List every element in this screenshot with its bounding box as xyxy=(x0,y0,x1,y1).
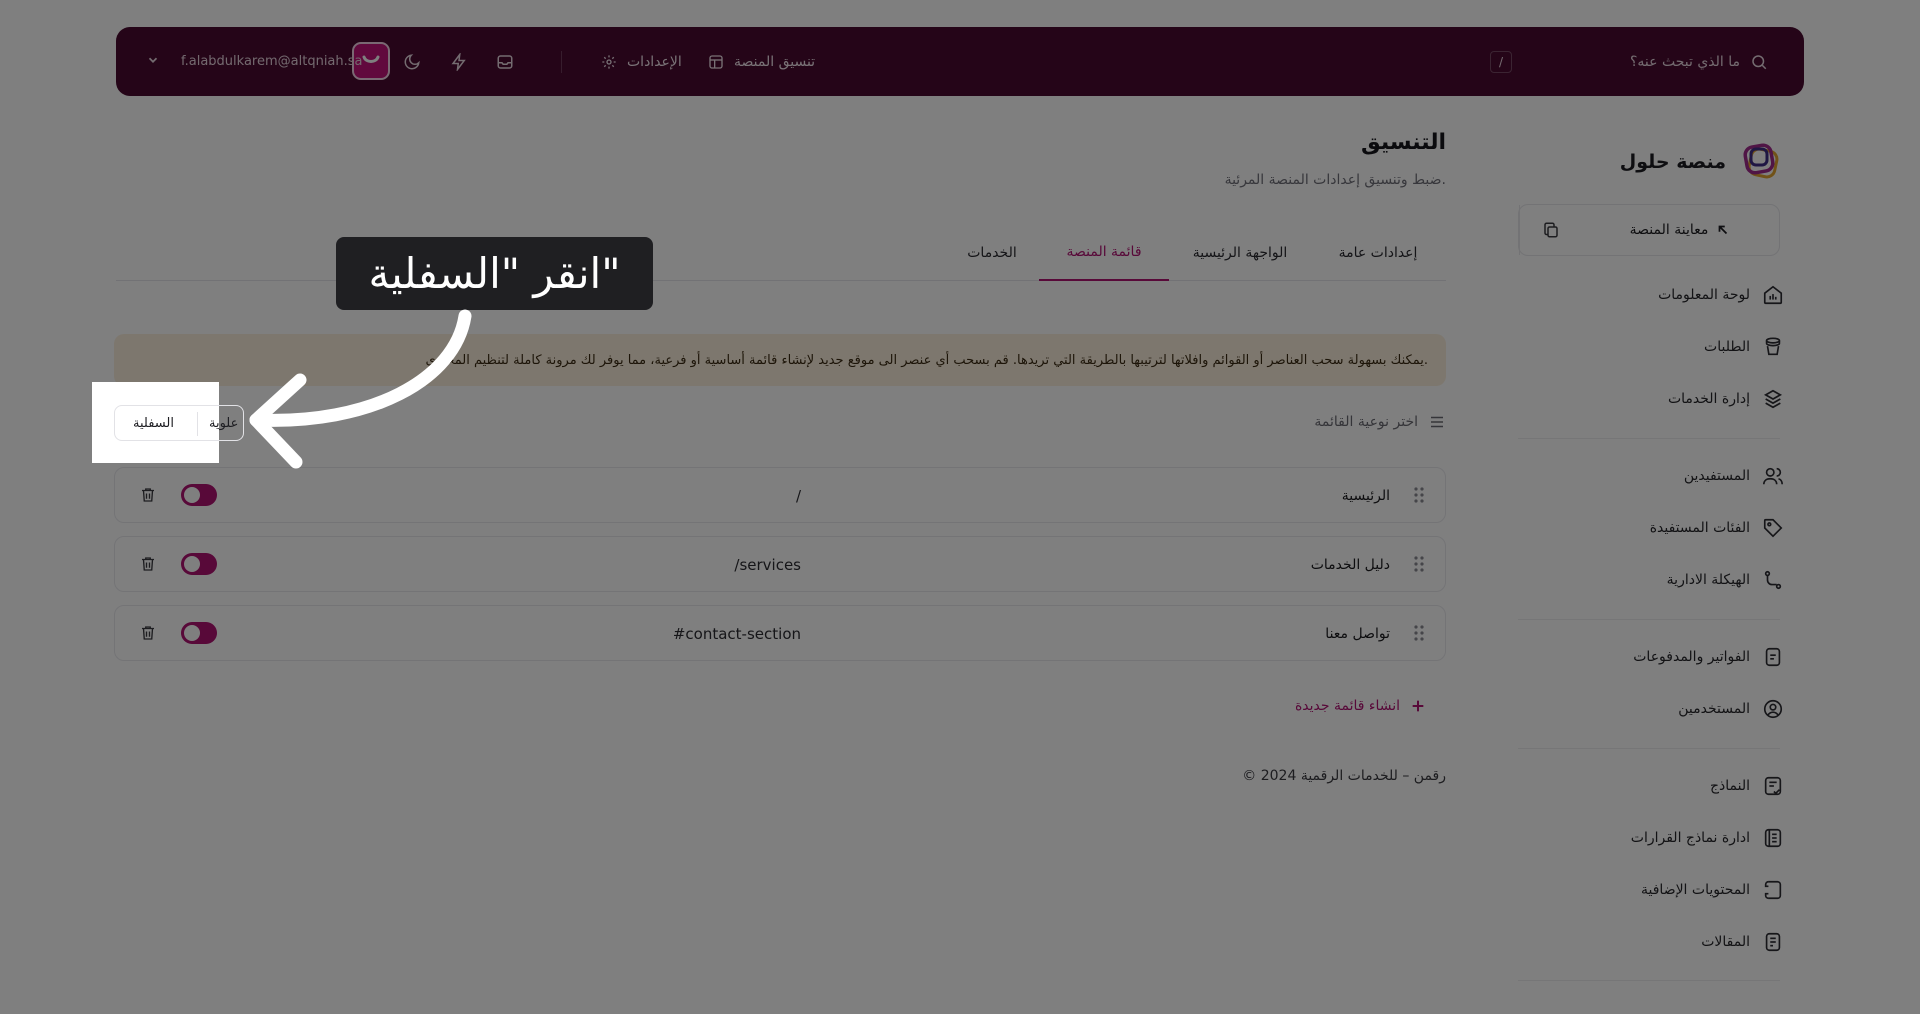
menu-position-selector: السفلية علوية xyxy=(114,405,244,441)
bottom-option[interactable]: السفلية xyxy=(133,416,174,431)
tutorial-arrow-icon xyxy=(249,309,472,469)
tutorial-highlight: السفلية علوية xyxy=(92,382,244,463)
option-divider xyxy=(197,412,198,436)
tutorial-overlay xyxy=(0,0,1920,1014)
